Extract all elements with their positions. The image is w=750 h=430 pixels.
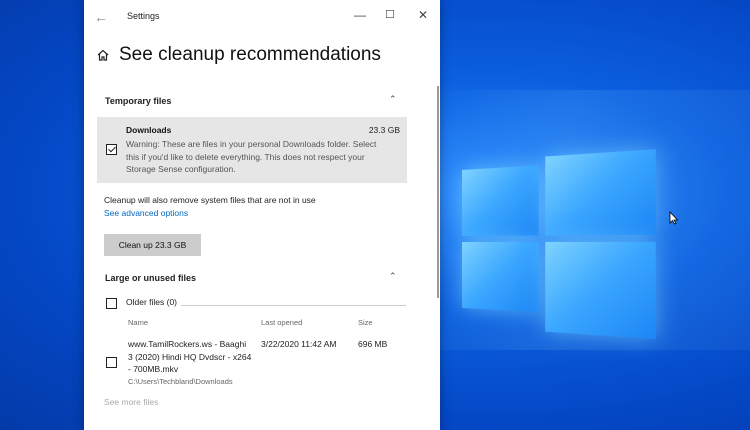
back-arrow-icon[interactable]: ←: [94, 9, 108, 25]
logo-pane: [462, 241, 539, 313]
downloads-size: 23.3 GB: [368, 125, 400, 135]
window-title: Settings: [127, 11, 160, 21]
minimize-button[interactable]: —: [354, 8, 366, 22]
downloads-warning: Warning: These are files in your persona…: [126, 139, 377, 174]
column-header-name[interactable]: Name: [128, 318, 148, 327]
settings-window: ← Settings — ☐ ✕ See cleanup recommendat…: [84, 0, 440, 430]
logo-pane: [545, 241, 656, 340]
downloads-item[interactable]: Downloads 23.3 GB Warning: These are fil…: [97, 117, 407, 183]
logo-pane: [462, 165, 539, 236]
home-icon[interactable]: [96, 48, 110, 62]
large-files-heading: Large or unused files: [105, 273, 197, 283]
chevron-up-icon[interactable]: ⌃: [389, 271, 397, 282]
close-button[interactable]: ✕: [418, 8, 428, 22]
logo-pane: [545, 149, 656, 236]
windows-logo: [462, 145, 656, 342]
see-more-files-link[interactable]: See more files: [104, 397, 158, 407]
file-path: C:\Users\Techbland\Downloads: [128, 377, 233, 386]
scrollbar[interactable]: [437, 86, 439, 298]
file-checkbox[interactable]: [106, 357, 117, 368]
cleanup-note: Cleanup will also remove system files th…: [104, 195, 316, 205]
advanced-options-link[interactable]: See advanced options: [104, 208, 188, 218]
column-header-last-opened[interactable]: Last opened: [261, 318, 302, 327]
maximize-button[interactable]: ☐: [385, 8, 395, 21]
downloads-label: Downloads: [126, 125, 172, 135]
page-title: See cleanup recommendations: [119, 44, 381, 65]
file-last-opened: 3/22/2020 11:42 AM: [261, 339, 337, 349]
older-files-label: Older files (0): [126, 297, 182, 307]
mouse-cursor-icon: [669, 211, 679, 225]
title-bar: ← Settings — ☐ ✕: [84, 0, 440, 34]
file-size: 696 MB: [358, 339, 388, 349]
temporary-files-heading: Temporary files: [105, 96, 172, 106]
column-header-size[interactable]: Size: [358, 318, 373, 327]
older-files-checkbox[interactable]: [106, 298, 117, 309]
chevron-up-icon[interactable]: ⌃: [389, 94, 397, 105]
file-name: www.TamilRockers.ws - Baaghi 3 (2020) Hi…: [128, 339, 252, 374]
cleanup-button[interactable]: Clean up 23.3 GB: [104, 234, 201, 256]
downloads-checkbox[interactable]: [106, 144, 117, 155]
